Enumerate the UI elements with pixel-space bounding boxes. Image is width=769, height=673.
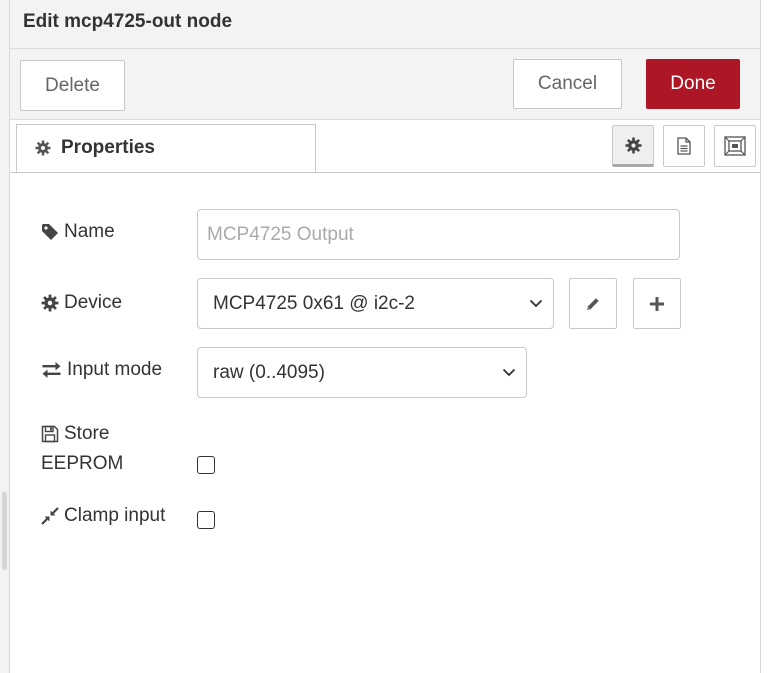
done-button[interactable]: Done [646,59,740,109]
right-margin [761,0,769,673]
dialog-title-bar: Edit mcp4725-out node [10,0,760,49]
clamp-input-label-text: Clamp input [64,505,166,526]
plus-icon [650,296,664,311]
device-label: Device [41,292,122,314]
store-eeprom-checkbox[interactable] [197,456,215,474]
gear-icon [41,294,59,312]
input-mode-label-text: Input mode [67,359,163,380]
name-input[interactable] [197,209,680,260]
tabs-row: Properties [10,120,760,173]
tab-appearance-button[interactable] [714,125,756,167]
device-label-text: Device [64,292,123,313]
input-mode-select[interactable]: raw (0..4095) [197,347,527,398]
properties-form: Name Device MCP47 [10,173,760,673]
tab-properties[interactable]: Properties [16,124,316,172]
cancel-button[interactable]: Cancel [513,59,622,109]
clamp-input-label: Clamp input [41,505,165,527]
name-label-text: Name [64,221,115,242]
tab-properties-button[interactable] [612,125,654,167]
dialog-button-tray: Delete Cancel Done [10,49,760,120]
frame-icon [724,136,746,156]
store-eeprom-label-line1: Store [64,423,110,444]
chevron-down-icon [502,368,516,376]
add-device-button[interactable] [633,278,681,329]
chevron-down-icon [529,299,543,307]
floppy-disk-icon [41,425,59,443]
edit-device-button[interactable] [569,278,617,329]
input-mode-label: Input mode [41,359,162,381]
dialog-title: Edit mcp4725-out node [23,11,233,32]
device-select[interactable]: MCP4725 0x61 @ i2c-2 [197,278,554,329]
delete-button[interactable]: Delete [20,60,125,111]
store-eeprom-label-line2: EEPROM [41,453,124,474]
compress-icon [41,507,59,525]
gear-icon [625,137,641,153]
gear-icon [35,140,51,156]
edit-node-dialog: Edit mcp4725-out node Delete Cancel Done [9,0,761,673]
scroll-grip[interactable] [2,492,7,570]
input-mode-selected-value: raw (0..4095) [213,361,325,383]
tab-description-button[interactable] [663,125,705,167]
name-label: Name [41,221,115,243]
device-selected-value: MCP4725 0x61 @ i2c-2 [213,292,415,314]
tab-properties-label: Properties [61,137,155,158]
store-eeprom-label: Store EEPROM [41,419,123,479]
tag-icon [42,224,58,240]
exchange-icon [42,362,61,378]
file-text-icon [677,137,691,155]
clamp-input-checkbox[interactable] [197,511,215,529]
pencil-icon [587,297,599,310]
